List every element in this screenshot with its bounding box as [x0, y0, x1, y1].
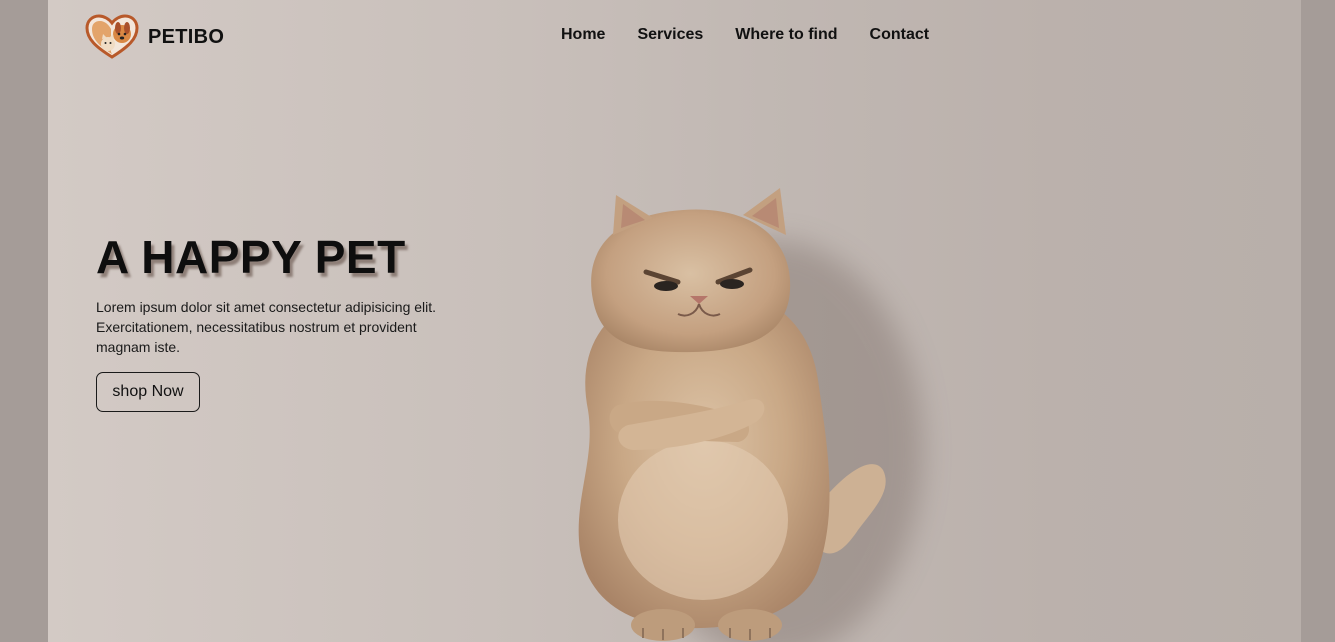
nav-contact-link[interactable]: Contact	[870, 26, 930, 44]
nav-services-link[interactable]: Services	[637, 26, 703, 44]
hero-description: Lorem ipsum dolor sit amet consectetur a…	[96, 299, 437, 355]
hero-title: A HAPPY PET	[96, 231, 406, 283]
top-navigation: PETIBO Home Services Where to find Conta…	[48, 0, 1301, 72]
heart-dog-cat-icon	[85, 14, 139, 59]
brand-logo[interactable]: PETIBO	[84, 14, 224, 60]
shop-now-button[interactable]: shop Now	[96, 372, 200, 412]
landing-page: PETIBO Home Services Where to find Conta…	[48, 0, 1301, 642]
nav-where-to-find-link[interactable]: Where to find	[735, 26, 837, 44]
main-menu: Home Services Where to find Contact	[561, 26, 961, 44]
nav-home-link[interactable]: Home	[561, 26, 605, 44]
brand-name: PETIBO	[148, 25, 225, 48]
grumpy-cat-image	[578, 188, 923, 642]
